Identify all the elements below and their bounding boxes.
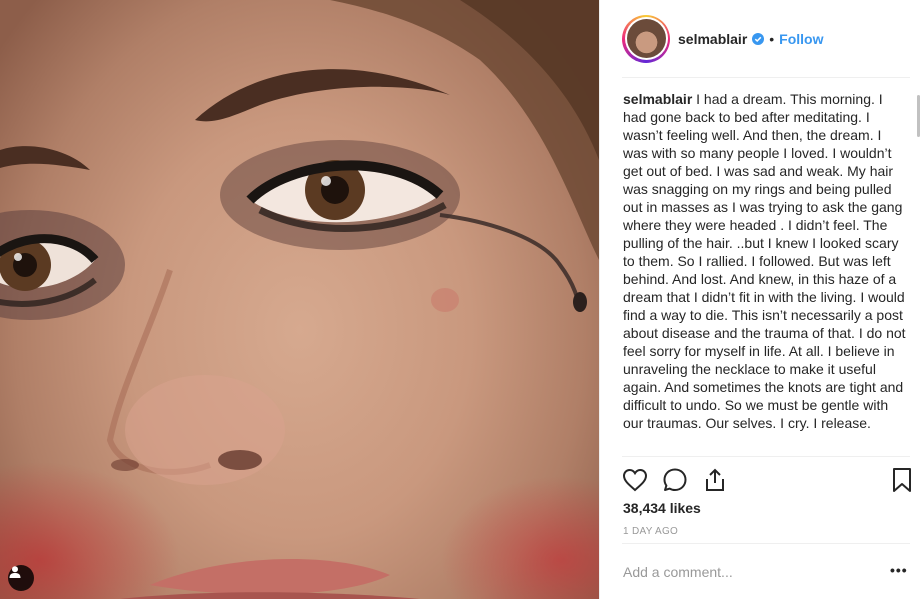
likes-count[interactable]: 38,434 likes: [623, 500, 701, 516]
divider: [622, 77, 910, 78]
verified-badge-icon: [752, 32, 765, 45]
share-icon[interactable]: [702, 467, 728, 493]
bookmark-icon[interactable]: [889, 467, 915, 493]
comment-input[interactable]: [623, 562, 863, 582]
tagged-users-button[interactable]: [8, 565, 34, 591]
caption-username[interactable]: selmablair: [623, 91, 692, 107]
header-username[interactable]: selmablair: [678, 31, 747, 47]
avatar-image: [626, 19, 666, 58]
face-illustration: [0, 0, 599, 599]
divider: [622, 456, 910, 457]
divider: [622, 543, 910, 544]
avatar[interactable]: [622, 14, 670, 63]
post-photo[interactable]: [0, 0, 599, 599]
follow-button[interactable]: Follow: [779, 31, 823, 47]
action-bar: [622, 463, 913, 495]
more-options-button[interactable]: •••: [890, 563, 910, 579]
caption: selmablair I had a dream. This morning. …: [623, 90, 908, 456]
caption-text: I had a dream. This morning. I had gone …: [623, 91, 906, 431]
post-side-panel: selmablair • Follow selmablair I had a d…: [599, 0, 920, 599]
comment-bubble-icon[interactable]: [662, 467, 688, 493]
post-timestamp[interactable]: 1 DAY AGO: [623, 526, 678, 537]
header-separator: •: [769, 30, 775, 47]
post-header: selmablair • Follow: [600, 0, 920, 77]
person-tag-icon: [9, 566, 21, 578]
heart-icon[interactable]: [622, 467, 648, 493]
